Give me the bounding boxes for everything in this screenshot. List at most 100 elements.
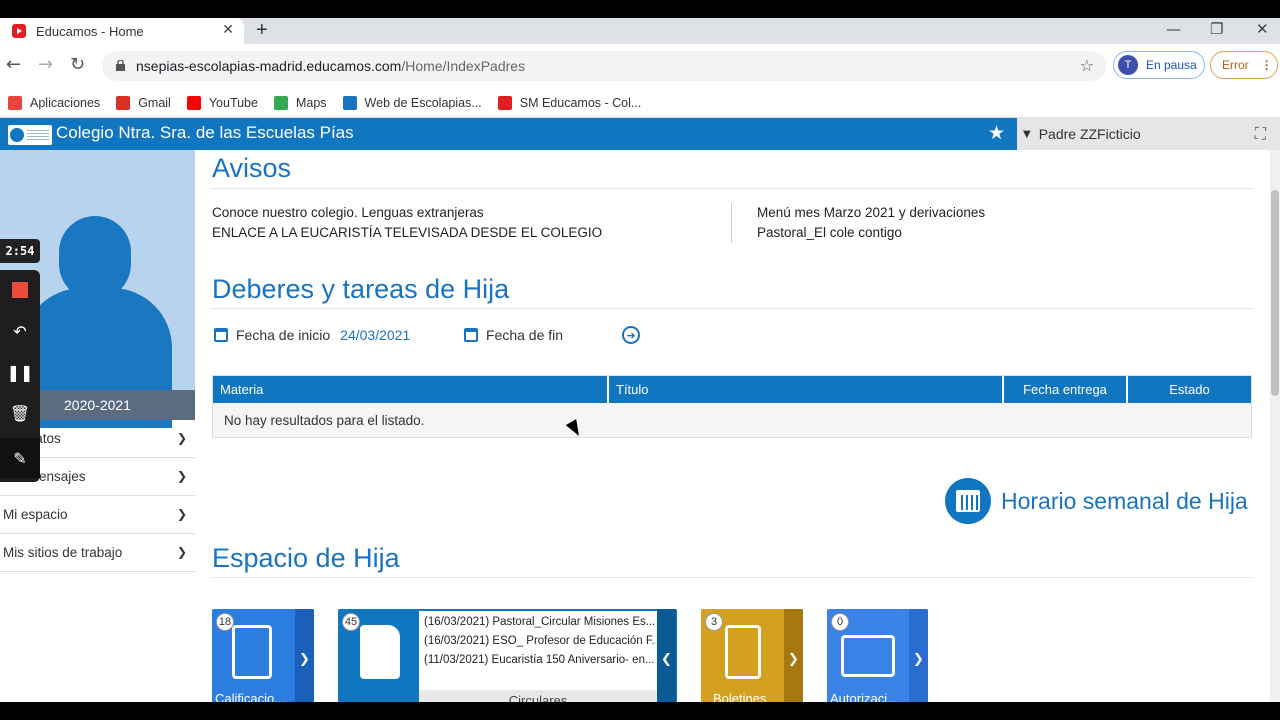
browser-window: Educamos - Home ✕ + — ❐ ✕ ← → ↻ nsepias-…	[0, 18, 1280, 702]
bookmark-label: Gmail	[138, 95, 171, 110]
aviso-link[interactable]: ENLACE A LA EUCARISTÍA TELEVISADA DESDE …	[212, 225, 602, 240]
maps-icon	[273, 95, 288, 110]
bookmark-label: Aplicaciones	[30, 95, 101, 110]
recording-timer: 2:54	[0, 239, 40, 263]
count-badge: 45	[342, 613, 360, 631]
error-button[interactable]: Error ⋮	[1210, 51, 1278, 79]
chevron-right-icon[interactable]: ❯	[909, 609, 928, 702]
restore-icon[interactable]: ❐	[1210, 20, 1223, 38]
sidebar-item-mi-espacio[interactable]: Mi espacio ❯	[0, 496, 195, 534]
list-item[interactable]: (16/03/2021) ESO_ Profesor de Educación …	[424, 635, 656, 647]
calendar-icon	[214, 328, 228, 342]
profile-button[interactable]: T En pausa	[1113, 51, 1205, 79]
error-label: Error	[1222, 58, 1249, 72]
bookmarks-bar: Aplicaciones Gmail YouTube Maps Web de Escol…	[0, 88, 1280, 118]
tile-autorizaciones[interactable]: 0 Autorizaci... ❯	[827, 609, 928, 702]
bookmark-label: SM Educamos - Col...	[519, 95, 642, 110]
chevron-right-icon[interactable]: ❯	[295, 609, 314, 702]
chevron-down-icon: ❯	[176, 469, 187, 483]
apps-grid-icon	[8, 95, 22, 110]
avisos-title: Avisos	[212, 153, 292, 183]
column-header[interactable]: Título	[609, 376, 1004, 403]
bookmark-star-icon[interactable]: ☆	[1080, 51, 1094, 81]
id-card-icon	[841, 635, 895, 677]
aviso-link[interactable]: Pastoral_El cole contigo	[757, 225, 902, 240]
pen-icon[interactable]: ✎	[0, 438, 40, 478]
start-date-filter[interactable]: Fecha de inicio 24/03/2021	[214, 327, 410, 343]
pause-icon[interactable]: ❚❚	[0, 352, 40, 392]
horario-link[interactable]: Horario semanal de Hija	[945, 478, 1248, 524]
profile-label: En pausa	[1146, 58, 1197, 72]
menu-dots-icon: ⋮	[1260, 58, 1273, 72]
certificate-icon	[725, 625, 761, 679]
tile-label: Calificacio...	[215, 691, 286, 702]
window-close-icon[interactable]: ✕	[1256, 20, 1269, 38]
user-name: Padre ZZFicticio	[1038, 126, 1141, 142]
chevron-down-icon: ❯	[176, 431, 187, 445]
stop-record-button[interactable]	[0, 270, 40, 310]
aviso-link[interactable]: Menú mes Marzo 2021 y derivaciones	[757, 205, 985, 220]
lock-icon	[116, 60, 125, 71]
gmail-icon	[116, 95, 131, 110]
scrollbar[interactable]	[1270, 150, 1280, 702]
aviso-link[interactable]: Conoce nuestro colegio. Lenguas extranje…	[212, 205, 484, 220]
bookmark-label: Web de Escolapias...	[364, 95, 482, 110]
table-header: Materia Título Fecha entrega Estado	[213, 376, 1251, 403]
address-bar[interactable]: nsepias-escolapias-madrid.educamos.com/H…	[102, 51, 1106, 81]
sidebar-item-mis-sitios[interactable]: Mis sitios de trabajo ❯	[0, 534, 195, 572]
start-date-label: Fecha de inicio	[236, 327, 331, 343]
trash-icon[interactable]: 🗑	[0, 393, 40, 433]
tile-circulares[interactable]: 45 (16/03/2021) Pastoral_Circular Mision…	[338, 609, 677, 702]
count-badge: 0	[831, 613, 849, 631]
bookmark-item[interactable]: Web de Escolapias...	[342, 95, 482, 110]
youtube-icon	[186, 95, 201, 110]
chevron-left-icon[interactable]: ❮	[657, 609, 676, 702]
school-logo[interactable]	[8, 125, 52, 145]
fullscreen-icon[interactable]: ⛶	[1255, 124, 1266, 144]
educamos-icon	[497, 95, 512, 110]
recorder-panel: ↶ ❚❚ 🗑 ✎	[0, 270, 40, 482]
start-date-value: 24/03/2021	[340, 327, 411, 343]
avatar	[59, 216, 131, 300]
bookmark-item[interactable]: SM Educamos - Col...	[497, 95, 642, 110]
favorites-star-icon[interactable]: ★	[988, 122, 1005, 144]
count-badge: 3	[705, 613, 723, 631]
reload-icon[interactable]: ↻	[70, 54, 85, 75]
tile-boletines[interactable]: 3 Boletines ❯	[701, 609, 803, 702]
scrollbar-thumb[interactable]	[1271, 190, 1279, 396]
deberes-title: Deberes y tareas de Hija	[212, 274, 510, 304]
tile-label: Boletines	[713, 691, 767, 702]
column-header[interactable]: Estado	[1128, 376, 1251, 403]
column-header[interactable]: Fecha entrega	[1004, 376, 1128, 403]
empty-table-message: No hay resultados para el listado.	[213, 403, 1251, 437]
url-host: nsepias-escolapias-madrid.educamos.com	[136, 58, 402, 74]
user-menu[interactable]: ▼ Padre ZZFicticio ⛶	[1017, 118, 1280, 150]
minimize-icon[interactable]: —	[1166, 20, 1181, 38]
app-header: Colegio Ntra. Sra. de las Escuelas Pías …	[0, 118, 1280, 150]
tile-label: Circulares	[419, 690, 657, 702]
arrow-right-circle-icon[interactable]: ➜	[622, 326, 640, 344]
divider	[212, 577, 1252, 578]
bookmark-item[interactable]: Maps	[273, 95, 327, 110]
list-item[interactable]: (11/03/2021) Eucaristía 150 Aniversario-…	[424, 654, 656, 666]
divider	[212, 188, 1252, 189]
tasks-table: Materia Título Fecha entrega Estado No h…	[212, 375, 1252, 438]
end-date-filter[interactable]: Fecha de fin	[464, 327, 563, 343]
list-item[interactable]: (16/03/2021) Pastoral_Circular Misiones …	[424, 616, 656, 628]
chevron-right-icon[interactable]: ❯	[784, 609, 803, 702]
column-header[interactable]: Materia	[213, 376, 609, 403]
bookmark-item[interactable]: Gmail	[116, 95, 171, 110]
browser-tab[interactable]: Educamos - Home ✕	[0, 18, 244, 44]
back-icon[interactable]: ←	[6, 54, 21, 75]
bookmark-item[interactable]: Aplicaciones	[8, 95, 101, 110]
bookmark-item[interactable]: YouTube	[186, 95, 258, 110]
undo-icon[interactable]: ↶	[0, 311, 40, 351]
new-tab-icon[interactable]: +	[256, 19, 268, 42]
tile-calificaciones[interactable]: 18 Calificacio... ❯	[212, 609, 314, 702]
calendar-icon	[464, 328, 478, 342]
divider	[212, 308, 1252, 309]
tab-close-icon[interactable]: ✕	[222, 22, 234, 38]
forward-icon[interactable]: →	[38, 54, 53, 75]
profile-avatar: T	[1118, 55, 1138, 75]
tile-label: Autorizaci...	[830, 691, 898, 702]
